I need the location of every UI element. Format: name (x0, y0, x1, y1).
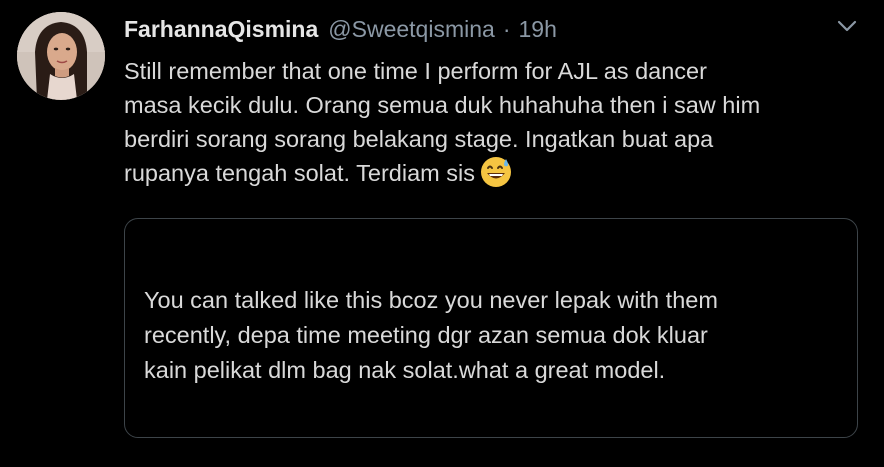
quoted-text-line: recently, depa time meeting dgr azan sem… (144, 322, 708, 348)
avatar[interactable] (17, 12, 105, 100)
tweet-text-line: berdiri sorang sorang belakang stage. In… (124, 126, 714, 152)
tweet-text-line: masa kecik dulu. Orang semua duk huhahuh… (124, 92, 761, 118)
tweet-text-line: Still remember that one time I perform f… (124, 58, 707, 84)
author-display-name[interactable]: FarhannaQismina (124, 16, 318, 43)
quoted-text-line: kain pelikat dlm bag nak solat.what a gr… (144, 357, 666, 383)
grinning-face-with-sweat-icon (479, 155, 513, 189)
tweet-header: FarhannaQismina @Sweetqismina · 19h (124, 14, 557, 44)
tweet-menu-button[interactable] (833, 12, 861, 40)
quoted-text-line: You can talked like this bcoz you never … (144, 287, 718, 313)
chevron-down-icon (837, 20, 857, 32)
tweet-text-line: rupanya tengah solat. Terdiam sis (124, 160, 475, 186)
quoted-tweet-body: You can talked like this bcoz you never … (144, 283, 718, 388)
tweet-text-line-last: rupanya tengah solat. Terdiam sis (124, 156, 844, 192)
header-separator: · (502, 15, 511, 42)
tweet-body: Still remember that one time I perform f… (124, 54, 844, 192)
tweet-timestamp[interactable]: 19h (518, 16, 556, 43)
quoted-tweet-card[interactable]: You can talked like this bcoz you never … (124, 218, 858, 438)
author-handle[interactable]: @Sweetqismina (328, 16, 495, 43)
